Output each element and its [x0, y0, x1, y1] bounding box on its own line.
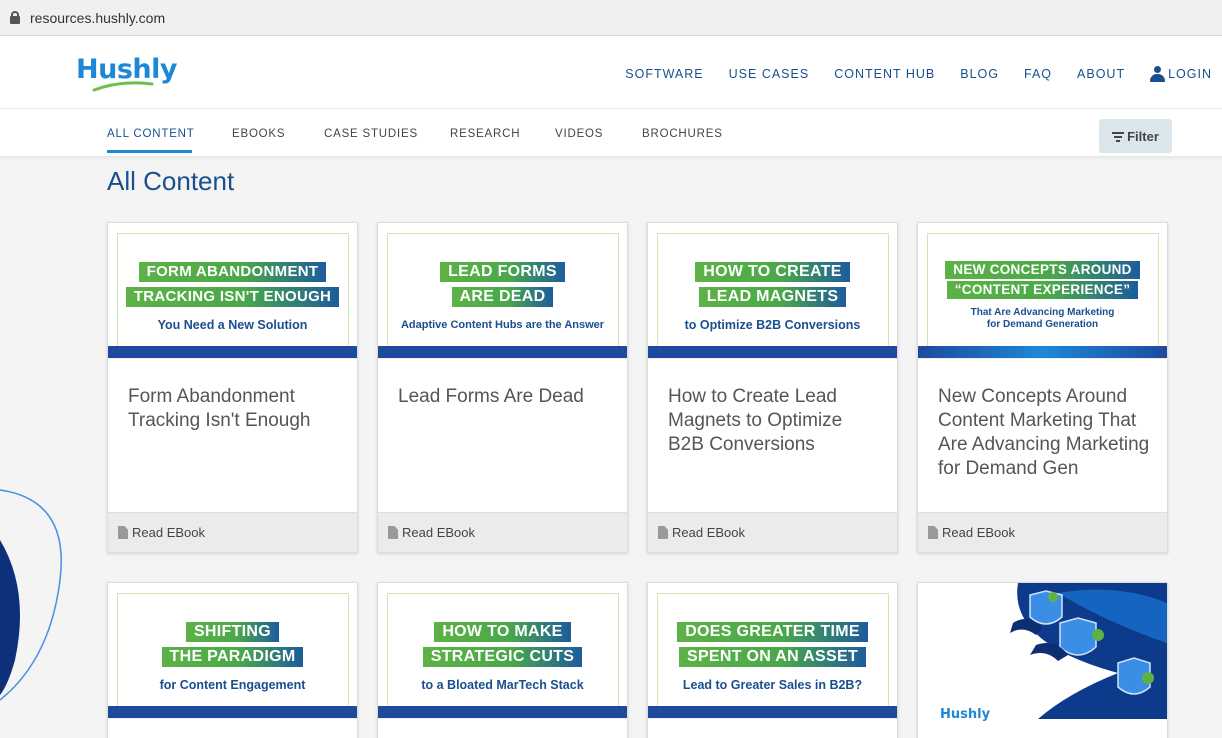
page-title: All Content: [107, 166, 235, 196]
tab-brochures[interactable]: BROCHURES: [642, 128, 723, 140]
thumb-headline: “CONTENT EXPERIENCE”: [946, 281, 1139, 299]
card-thumbnail[interactable]: SHIFTING THE PARADIGM for Content Engage…: [108, 583, 357, 719]
content-card[interactable]: SHIFTING THE PARADIGM for Content Engage…: [107, 582, 358, 738]
thumb-subtitle: Lead to Greater Sales in B2B?: [682, 678, 863, 692]
nav-software[interactable]: SOFTWARE: [625, 67, 703, 81]
thumb-headline: NEW CONCEPTS AROUND: [945, 261, 1140, 279]
nav-blog[interactable]: BLOG: [960, 67, 999, 81]
thumb-subtitle: That Are Advancing Marketing: [970, 307, 1115, 318]
login-link[interactable]: LOGIN: [1150, 66, 1212, 82]
content-card[interactable]: HOW TO MAKE STRATEGIC CUTS to a Bloated …: [377, 582, 628, 738]
nav-faq[interactable]: FAQ: [1024, 67, 1052, 81]
thumb-subtitle: You Need a New Solution: [157, 318, 308, 332]
thumb-headline: LEAD MAGNETS: [698, 287, 847, 307]
tab-videos[interactable]: VIDEOS: [555, 128, 603, 140]
filter-button[interactable]: Filter: [1099, 119, 1172, 153]
browser-url-bar[interactable]: resources.hushly.com: [0, 0, 1222, 36]
thumb-subtitle: for Demand Generation: [986, 319, 1099, 330]
card-title[interactable]: Lead Forms Are Dead: [398, 385, 613, 409]
thumb-headline: HOW TO MAKE: [434, 622, 571, 642]
read-ebook-link[interactable]: Read EBook: [648, 512, 897, 552]
read-ebook-link[interactable]: Read EBook: [378, 512, 627, 552]
card-title[interactable]: New Concepts Around Content Marketing Th…: [938, 385, 1153, 481]
thumb-headline: SPENT ON AN ASSET: [678, 647, 867, 667]
card-thumbnail[interactable]: NEW CONCEPTS AROUND “CONTENT EXPERIENCE”…: [918, 223, 1167, 359]
card-title[interactable]: How to Create Lead Magnets to Optimize B…: [668, 385, 883, 457]
thumb-headline: DOES GREATER TIME: [677, 622, 868, 642]
thumb-headline: FORM ABANDONMENT: [138, 262, 327, 282]
card-thumbnail[interactable]: FORM ABANDONMENT TRACKING ISN'T ENOUGH Y…: [108, 223, 357, 359]
card-thumbnail[interactable]: HOW TO CREATE LEAD MAGNETS to Optimize B…: [648, 223, 897, 359]
thumb-headline: ARE DEAD: [451, 287, 554, 307]
filter-label: Filter: [1127, 128, 1159, 144]
thumb-headline: THE PARADIGM: [161, 647, 304, 667]
thumb-headline: LEAD FORMS: [440, 262, 565, 282]
content-card[interactable]: DOES GREATER TIME SPENT ON AN ASSET Lead…: [647, 582, 898, 738]
card-thumbnail[interactable]: Hushly: [918, 583, 1167, 722]
card-action-label: Read EBook: [942, 525, 1015, 540]
decorative-swirl: [0, 489, 62, 701]
thumb-subtitle: for Content Engagement: [159, 678, 306, 692]
thumb-headline: SHIFTING: [185, 622, 280, 642]
lock-icon: [10, 11, 20, 24]
content-card[interactable]: HOW TO CREATE LEAD MAGNETS to Optimize B…: [647, 222, 898, 553]
main-nav: SOFTWARE USE CASES CONTENT HUB BLOG FAQ …: [600, 66, 1212, 82]
content-card[interactable]: FORM ABANDONMENT TRACKING ISN'T ENOUGH Y…: [107, 222, 358, 553]
read-ebook-link[interactable]: Read EBook: [108, 512, 357, 552]
thumb-subtitle: Adaptive Content Hubs are the Answer: [400, 319, 605, 331]
tab-ebooks[interactable]: EBOOKS: [232, 128, 285, 140]
card-title[interactable]: Form Abandonment Tracking Isn't Enough: [128, 385, 343, 433]
thumb-subtitle: to a Bloated MarTech Stack: [421, 678, 584, 692]
card-action-label: Read EBook: [402, 525, 475, 540]
thumb-subtitle: to Optimize B2B Conversions: [684, 318, 861, 332]
nav-content-hub[interactable]: CONTENT HUB: [834, 67, 935, 81]
thumb-headline: HOW TO CREATE: [695, 262, 850, 282]
document-icon: [388, 526, 398, 539]
filter-icon: [1112, 131, 1125, 142]
content-card[interactable]: Hushly: [917, 582, 1168, 738]
security-shields-illustration: [1010, 583, 1167, 719]
url-text[interactable]: resources.hushly.com: [30, 10, 165, 26]
card-thumbnail[interactable]: LEAD FORMS ARE DEAD Adaptive Content Hub…: [378, 223, 627, 359]
logo-swoosh-icon: [92, 81, 154, 92]
site-header: Hushly SOFTWARE USE CASES CONTENT HUB BL…: [0, 36, 1222, 108]
nav-about[interactable]: ABOUT: [1077, 67, 1125, 81]
card-action-label: Read EBook: [672, 525, 745, 540]
document-icon: [658, 526, 668, 539]
user-icon: [1150, 66, 1166, 82]
tab-research[interactable]: RESEARCH: [450, 128, 520, 140]
document-icon: [118, 526, 128, 539]
thumb-headline: TRACKING ISN'T ENOUGH: [125, 287, 340, 307]
card-action-label: Read EBook: [132, 525, 205, 540]
content-tabs: ALL CONTENT EBOOKS CASE STUDIES RESEARCH…: [0, 108, 1222, 156]
card-thumbnail[interactable]: HOW TO MAKE STRATEGIC CUTS to a Bloated …: [378, 583, 627, 719]
document-icon: [928, 526, 938, 539]
tab-all-content[interactable]: ALL CONTENT: [107, 128, 195, 140]
login-label: LOGIN: [1168, 67, 1212, 81]
active-tab-indicator: [107, 150, 192, 153]
content-card[interactable]: NEW CONCEPTS AROUND “CONTENT EXPERIENCE”…: [917, 222, 1168, 553]
card-thumbnail[interactable]: DOES GREATER TIME SPENT ON AN ASSET Lead…: [648, 583, 897, 719]
content-card[interactable]: LEAD FORMS ARE DEAD Adaptive Content Hub…: [377, 222, 628, 553]
thumb-brand-logo: Hushly: [940, 707, 991, 722]
read-ebook-link[interactable]: Read EBook: [918, 512, 1167, 552]
nav-use-cases[interactable]: USE CASES: [729, 67, 810, 81]
thumb-headline: STRATEGIC CUTS: [422, 647, 583, 667]
tab-case-studies[interactable]: CASE STUDIES: [324, 128, 418, 140]
